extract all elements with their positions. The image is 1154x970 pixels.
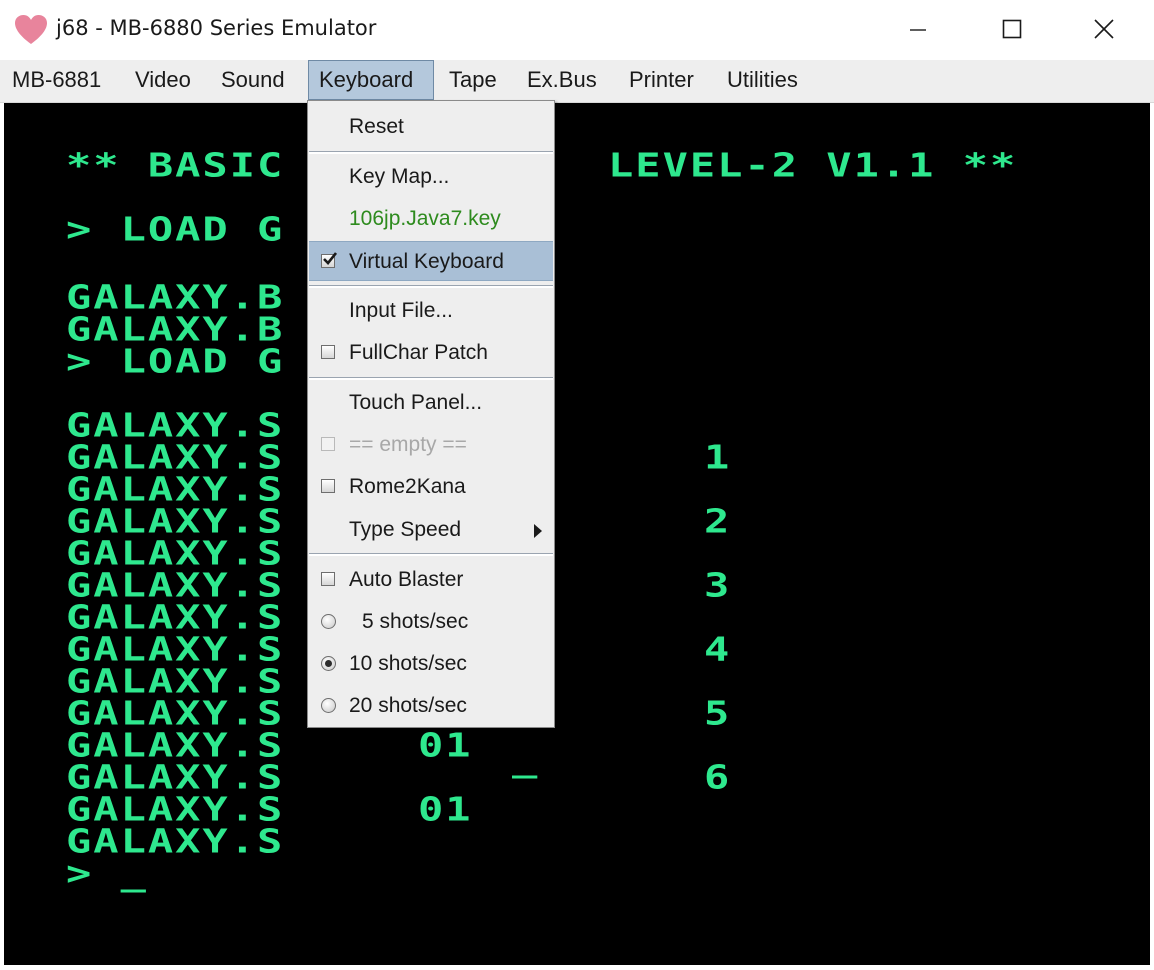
menu-item-label: Auto Blaster	[349, 568, 464, 591]
heart-icon	[15, 15, 47, 44]
menu-item-label: 20 shots/sec	[349, 694, 467, 717]
screen-line-galaxy-s: GALAXY.S	[66, 757, 285, 797]
menu-item-empty: == empty ==	[309, 427, 553, 463]
menu-item-5-shots[interactable]: 5 shots/sec	[309, 604, 553, 640]
menu-item-label: Reset	[349, 115, 404, 138]
menu-separator	[309, 553, 553, 556]
menu-item-input-file[interactable]: Input File...	[309, 293, 553, 329]
screen-line-galaxy-s: GALAXY.S	[66, 821, 285, 861]
checkbox-icon	[321, 345, 335, 359]
screen-line-galaxy-s: GALAXY.S	[66, 629, 285, 669]
checkbox-icon	[321, 572, 335, 586]
menu-item-type-speed[interactable]: Type Speed	[309, 512, 553, 548]
submenu-arrow-icon	[534, 524, 542, 538]
screen-dash: _	[512, 739, 540, 779]
menu-item-label: Virtual Keyboard	[349, 250, 504, 273]
menu-item-label: Rome2Kana	[349, 475, 466, 498]
screen-line-load: > LOAD G	[66, 341, 285, 381]
menu-item-fullchar-patch[interactable]: FullChar Patch	[309, 335, 553, 371]
title-bar[interactable]: j68 - MB-6880 Series Emulator	[0, 0, 1154, 60]
menu-item-reset[interactable]: Reset	[309, 109, 553, 145]
screen-line-basic: ** BASIC	[66, 145, 285, 185]
screen-line-galaxy-s: GALAXY.S	[66, 469, 285, 509]
screen-line-level: LEVEL-2 V1.1 **	[608, 145, 1018, 185]
screen-line-galaxy-s: GALAXY.S	[66, 437, 285, 477]
menu-printer[interactable]: Printer	[625, 60, 698, 100]
menu-item-rome2kana[interactable]: Rome2Kana	[309, 469, 553, 505]
emulator-screen[interactable]: ** BASIC LEVEL-2 V1.1 ** > LOAD G GALAXY…	[4, 103, 1150, 965]
screen-number: 1	[704, 437, 732, 477]
screen-number: 3	[704, 565, 732, 605]
screen-line-galaxy-s: GALAXY.S	[66, 789, 285, 829]
menu-item-label: Touch Panel...	[349, 391, 483, 414]
screen-line-galaxy-s: GALAXY.S	[66, 533, 285, 573]
menu-item-label: Input File...	[349, 299, 453, 322]
minimize-icon	[910, 29, 926, 31]
checkbox-icon	[321, 479, 335, 493]
maximize-button[interactable]	[988, 6, 1036, 52]
screen-line-load: > LOAD G	[66, 209, 285, 249]
menu-item-label: 106jp.Java7.key	[349, 207, 501, 230]
menu-ex-bus[interactable]: Ex.Bus	[523, 60, 601, 100]
screen-prompt: > _	[66, 853, 148, 893]
checkbox-checked-icon	[321, 252, 337, 268]
screen-number: 4	[704, 629, 732, 669]
menu-item-label: Key Map...	[349, 165, 450, 188]
radio-icon	[321, 698, 336, 713]
radio-selected-icon	[321, 656, 336, 671]
checkbox-icon	[321, 437, 335, 451]
screen-line-galaxy-s: GALAXY.S	[66, 565, 285, 605]
menu-item-key-map[interactable]: Key Map...	[309, 159, 553, 195]
menu-separator	[309, 377, 553, 380]
screen-line-galaxy-s: GALAXY.S	[66, 693, 285, 733]
screen-line-galaxy-s: GALAXY.S	[66, 597, 285, 637]
screen-line-galaxy-b: GALAXY.B	[66, 277, 285, 317]
menu-bar: MB-6881 Video Sound Keyboard Tape Ex.Bus…	[0, 60, 1154, 103]
close-button[interactable]	[1080, 6, 1128, 52]
menu-item-10-shots[interactable]: 10 shots/sec	[309, 646, 553, 682]
menu-keyboard[interactable]: Keyboard	[308, 60, 434, 100]
screen-line-galaxy-b: GALAXY.B	[66, 309, 285, 349]
screen-number: 6	[704, 757, 732, 797]
menu-video[interactable]: Video	[131, 60, 195, 100]
menu-separator	[309, 285, 553, 288]
keyboard-menu-dropdown: Reset Key Map... 106jp.Java7.key Virtual…	[307, 100, 555, 728]
emulator-window: j68 - MB-6880 Series Emulator MB-6881 Vi…	[0, 0, 1154, 970]
menu-item-key-file[interactable]: 106jp.Java7.key	[309, 201, 553, 237]
menu-sound[interactable]: Sound	[217, 60, 289, 100]
menu-item-label: == empty ==	[349, 433, 467, 456]
menu-tape[interactable]: Tape	[445, 60, 501, 100]
menu-item-virtual-keyboard[interactable]: Virtual Keyboard	[309, 241, 553, 281]
window-title: j68 - MB-6880 Series Emulator	[56, 16, 377, 40]
screen-line-galaxy-s: GALAXY.S	[66, 725, 285, 765]
screen-code: 01	[418, 725, 473, 765]
screen-line-galaxy-s: GALAXY.S	[66, 405, 285, 445]
screen-code: 01	[418, 789, 473, 829]
menu-utilities[interactable]: Utilities	[723, 60, 802, 100]
screen-line-galaxy-s: GALAXY.S	[66, 661, 285, 701]
close-icon	[1094, 19, 1114, 39]
screen-line-galaxy-s: GALAXY.S	[66, 501, 285, 541]
minimize-button[interactable]	[894, 6, 942, 52]
menu-item-label: 5 shots/sec	[362, 610, 469, 633]
radio-icon	[321, 614, 336, 629]
screen-number: 5	[704, 693, 732, 733]
menu-item-label: 10 shots/sec	[349, 652, 467, 675]
screen-number: 2	[704, 501, 732, 541]
menu-item-touch-panel[interactable]: Touch Panel...	[309, 385, 553, 421]
maximize-icon	[1002, 19, 1022, 39]
menu-mb-6881[interactable]: MB-6881	[8, 60, 105, 100]
menu-item-auto-blaster[interactable]: Auto Blaster	[309, 562, 553, 598]
menu-item-20-shots[interactable]: 20 shots/sec	[309, 688, 553, 724]
menu-separator	[309, 151, 553, 154]
menu-item-label: FullChar Patch	[349, 341, 488, 364]
menu-item-label: Type Speed	[349, 518, 462, 541]
